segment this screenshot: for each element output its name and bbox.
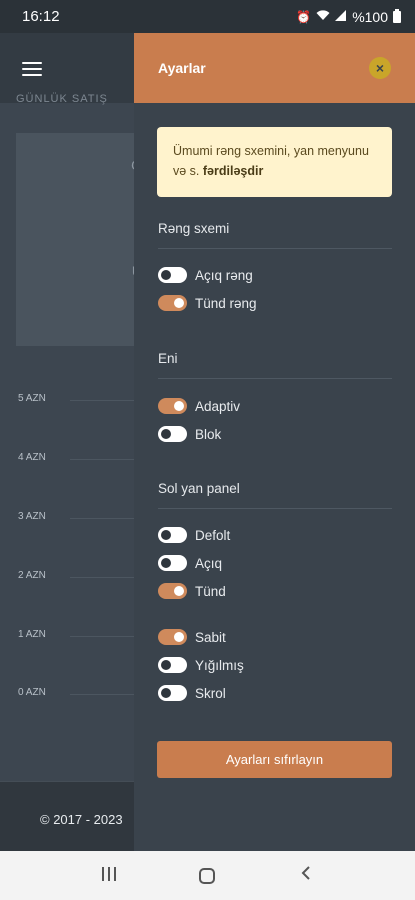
gridline [70, 459, 134, 460]
copyright-text: © 2017 - 2023 [40, 812, 123, 827]
sales-chart: 5 AZN 4 AZN 3 AZN 2 AZN 1 AZN 0 AZN [0, 363, 134, 703]
option-adaptive[interactable]: Adaptiv [158, 396, 240, 416]
status-icons: ⏰ %100 [296, 8, 401, 25]
option-label: Açıq rəng [195, 267, 253, 283]
toggle-switch[interactable] [158, 267, 187, 283]
status-time: 16:12 [22, 8, 60, 25]
y-axis-label: 4 AZN [18, 452, 46, 463]
toggle-switch[interactable] [158, 527, 187, 543]
bg-card: Ö Ü [16, 133, 134, 346]
option-label: Defolt [195, 527, 231, 543]
reset-settings-button[interactable]: Ayarları sıfırlayın [157, 741, 392, 778]
y-axis-label: 2 AZN [18, 570, 46, 581]
menu-icon[interactable] [22, 62, 42, 76]
toggle-switch[interactable] [158, 629, 187, 645]
option-label: Tünd rəng [195, 295, 257, 311]
recent-apps-icon [102, 867, 117, 881]
gridline [70, 636, 134, 637]
wifi-icon [316, 10, 330, 23]
toggle-switch[interactable] [158, 426, 187, 442]
section-title-width: Eni [158, 351, 178, 366]
recent-apps-button[interactable] [89, 865, 129, 886]
option-dark-color[interactable]: Tünd rəng [158, 293, 257, 313]
y-axis-label: 0 AZN [18, 687, 46, 698]
gridline [70, 577, 134, 578]
section-title-sidebar: Sol yan panel [158, 481, 240, 496]
option-sidebar-scroll[interactable]: Skrol [158, 683, 226, 703]
option-label: Sabit [195, 629, 226, 645]
close-icon: × [375, 60, 385, 76]
gridline [70, 400, 134, 401]
settings-title: Ayarlar [158, 60, 206, 76]
option-sidebar-default[interactable]: Defolt [158, 525, 230, 545]
home-button[interactable] [187, 867, 227, 884]
bg-section-title: GÜNLÜK SATIŞ [16, 93, 108, 105]
option-sidebar-light[interactable]: Açıq [158, 553, 222, 573]
back-icon [301, 866, 310, 880]
option-block[interactable]: Blok [158, 424, 221, 444]
divider [158, 248, 392, 249]
toggle-switch[interactable] [158, 555, 187, 571]
settings-header: Ayarlar × [134, 33, 415, 103]
option-light-color[interactable]: Açıq rəng [158, 265, 253, 285]
settings-panel: Ayarlar × Ümumi rəng sxemini, yan menyun… [134, 33, 415, 851]
status-bar: 16:12 ⏰ %100 [0, 0, 415, 33]
gridline [70, 518, 134, 519]
toggle-switch[interactable] [158, 685, 187, 701]
gridline [70, 694, 134, 695]
divider [158, 378, 392, 379]
close-button[interactable]: × [369, 57, 391, 79]
signal-icon [335, 10, 347, 23]
option-label: Açıq [195, 555, 223, 571]
y-axis-label: 3 AZN [18, 511, 46, 522]
toggle-switch[interactable] [158, 295, 187, 311]
toggle-switch[interactable] [158, 657, 187, 673]
battery-percent: %100 [352, 8, 388, 25]
system-nav-bar [0, 851, 415, 900]
option-label: Tünd [195, 583, 226, 599]
option-label: Yığılmış [195, 657, 244, 673]
option-label: Adaptiv [195, 398, 241, 414]
section-title-color-scheme: Rəng sxemi [158, 221, 230, 236]
background-page: GÜNLÜK SATIŞ Ö Ü 5 AZN 4 AZN 3 AZN 2 AZN… [0, 33, 134, 851]
info-text-bold: fərdiləşdir [202, 164, 264, 178]
option-label: Skrol [195, 685, 226, 701]
y-axis-label: 1 AZN [18, 629, 46, 640]
toggle-switch[interactable] [158, 583, 187, 599]
toggle-switch[interactable] [158, 398, 187, 414]
divider [158, 508, 392, 509]
option-sidebar-dark[interactable]: Tünd [158, 581, 226, 601]
option-sidebar-fixed[interactable]: Sabit [158, 627, 226, 647]
info-alert: Ümumi rəng sxemini, yan menyunu və s. fə… [157, 127, 392, 197]
option-sidebar-collapsed[interactable]: Yığılmış [158, 655, 244, 675]
home-icon [199, 867, 216, 884]
back-button[interactable] [286, 865, 326, 886]
option-label: Blok [195, 426, 222, 442]
alarm-icon: ⏰ [296, 9, 312, 24]
page-footer: © 2017 - 2023 [0, 781, 134, 851]
battery-icon [393, 8, 401, 23]
y-axis-label: 5 AZN [18, 393, 46, 404]
